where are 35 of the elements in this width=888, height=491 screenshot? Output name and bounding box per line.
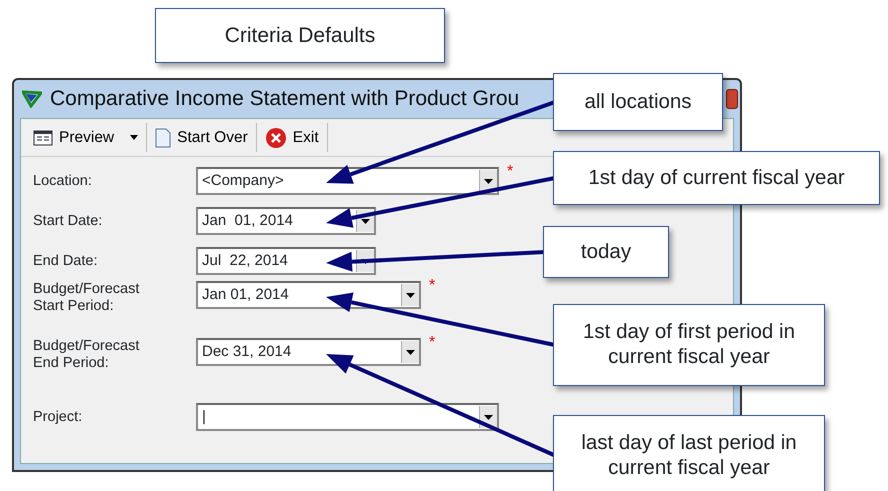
- callout-box: today: [543, 226, 669, 278]
- dropdown-arrow-icon: [406, 292, 415, 298]
- dropdown-field[interactable]: <Company>: [196, 167, 499, 195]
- caret-icon: [130, 135, 138, 140]
- field-label: Start Date:: [33, 212, 104, 231]
- dropdown-arrow-icon: [484, 414, 493, 420]
- window-title: Comparative Income Statement with Product Grou: [50, 86, 520, 112]
- dropdown-field[interactable]: |: [196, 403, 499, 431]
- dropdown-arrow-icon: [406, 350, 415, 354]
- callout-box: 1st day of current fiscal year: [553, 151, 880, 205]
- callout-box: 1st day of first period in current fiscal year: [553, 304, 825, 386]
- toolbar-button[interactable]: Preview: [25, 122, 148, 152]
- toolbar-button[interactable]: Exit: [256, 122, 328, 152]
- field-label: Budget/Forecast Start Period:: [33, 281, 140, 316]
- close-icon: [264, 126, 287, 148]
- field-label: Location:: [33, 172, 93, 191]
- callout-box: all locations: [553, 73, 723, 131]
- callout-box: last day of last period in current fiscal year: [553, 415, 825, 491]
- dropdown-arrow-icon: [484, 178, 493, 184]
- toolbar-button[interactable]: Start Over: [147, 122, 257, 152]
- field-label: Budget/Forecast End Period:: [33, 338, 140, 373]
- heading-callout: Criteria Defaults: [155, 8, 445, 63]
- required-mark: *: [507, 167, 514, 177]
- field-label: Project:: [33, 408, 84, 427]
- dropdown-field[interactable]: Jan 01, 2014: [196, 281, 421, 309]
- dropdown-field[interactable]: Jan 01, 2014: [196, 207, 376, 235]
- dropdown-arrow-icon: [361, 218, 370, 224]
- required-mark: *: [429, 281, 436, 291]
- field-label: End Date:: [33, 252, 98, 271]
- dropdown-field[interactable]: Dec 31, 2014: [196, 338, 421, 366]
- form-icon: [33, 130, 53, 146]
- document-icon: [155, 128, 172, 148]
- required-mark: *: [429, 338, 436, 348]
- app-logo-icon: [22, 90, 42, 108]
- close-button[interactable]: [726, 89, 738, 109]
